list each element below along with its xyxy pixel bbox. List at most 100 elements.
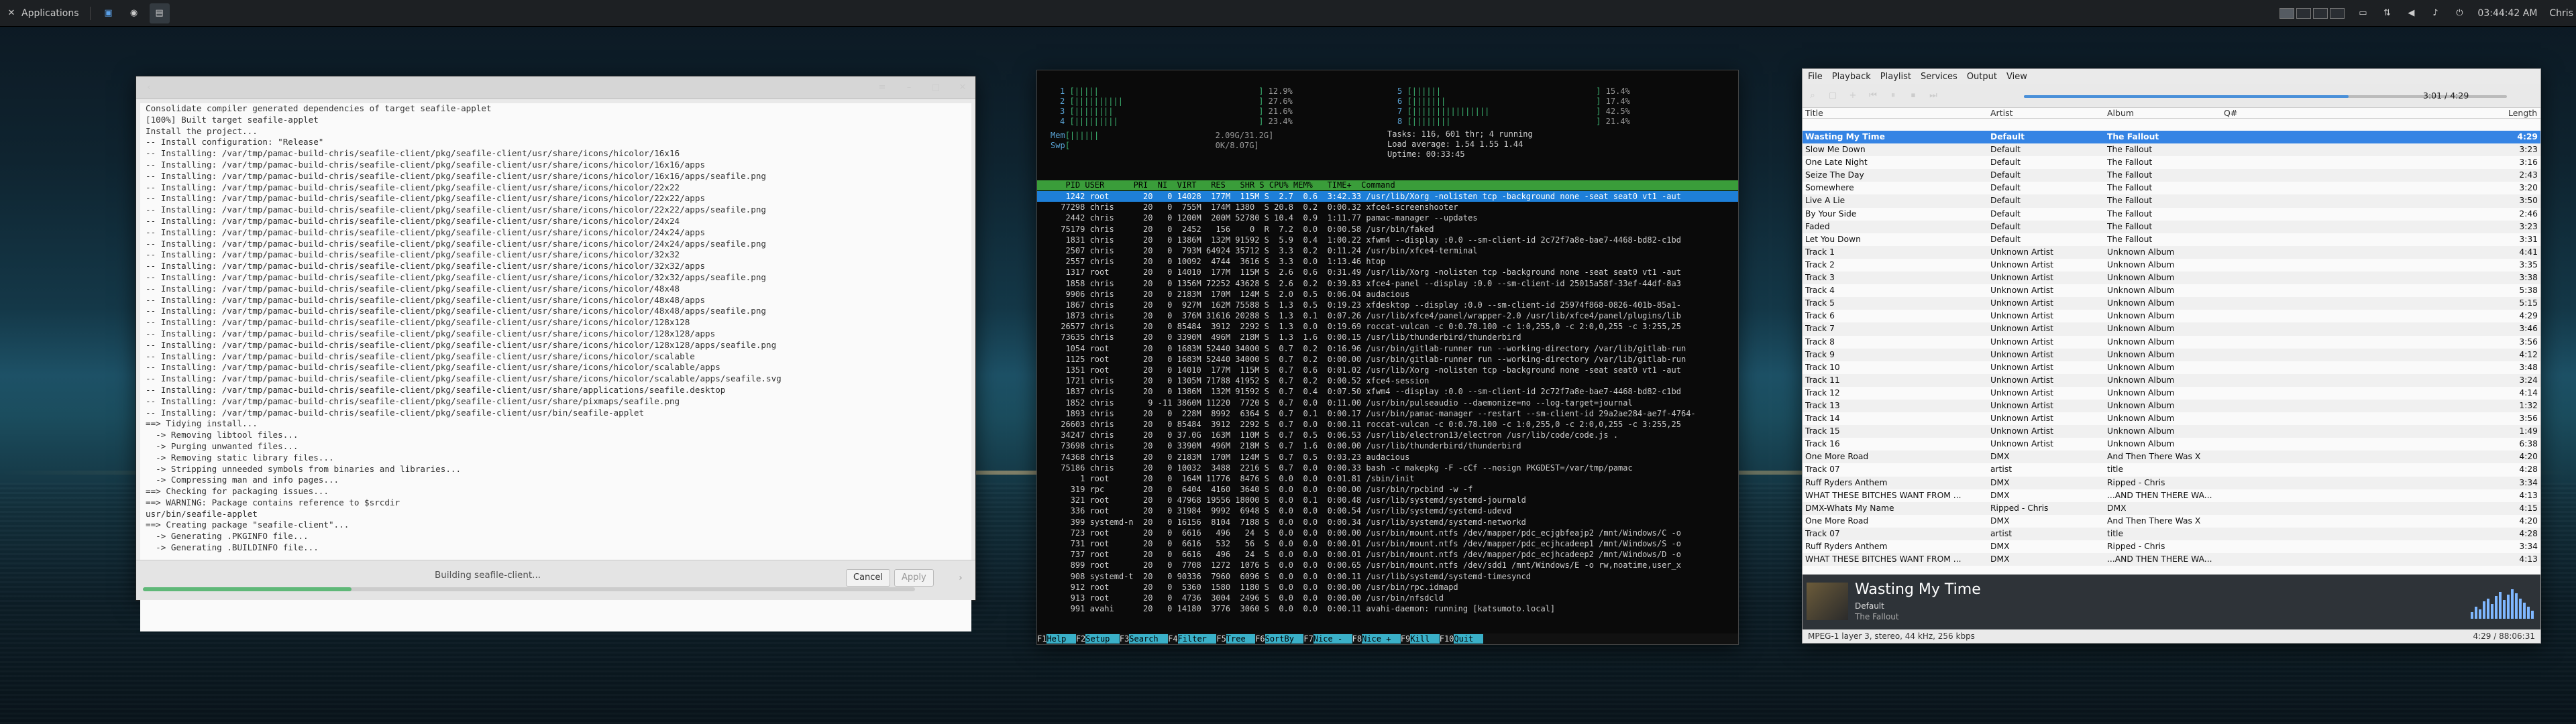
fkey[interactable]: F9 (1400, 634, 1411, 644)
process-row[interactable]: 899 root 20 0 7708 1272 1076 S 0.0 0.0 0… (1037, 560, 1738, 570)
fkey[interactable]: F4 (1168, 634, 1178, 644)
previous-icon[interactable]: ⏮ (1867, 90, 1879, 102)
process-row[interactable]: 399 systemd-n 20 0 16156 8104 7188 S 0.0… (1037, 517, 1738, 528)
playlist-row[interactable]: Track 7 Unknown Artist Unknown Album 3:46 (1803, 322, 2540, 336)
process-row[interactable]: 908 systemd-t 20 0 90336 7960 6096 S 0.0… (1037, 571, 1738, 582)
fkey-label[interactable]: Kill (1410, 634, 1440, 644)
process-row[interactable]: 1873 chris 20 0 376M 31616 20288 S 1.3 0… (1037, 310, 1738, 321)
playlist-row[interactable]: Live A Lie Default The Fallout 3:50 (1803, 194, 2540, 208)
user-name[interactable]: Chris (2549, 8, 2573, 19)
menu-item[interactable]: File (1808, 72, 1823, 82)
fkey[interactable]: F8 (1352, 634, 1362, 644)
process-row[interactable]: 2557 chris 20 0 10092 4744 3616 S 3.3 0.… (1037, 256, 1738, 267)
process-row[interactable]: 1 root 20 0 164M 11776 8476 S 0.0 0.0 0:… (1037, 473, 1738, 484)
process-row[interactable]: 26577 chris 20 0 85484 3912 2292 S 1.3 0… (1037, 321, 1738, 332)
menu-item[interactable]: Output (1967, 72, 1997, 82)
process-row[interactable]: 991 avahi 20 0 14180 3776 3060 S 0.0 0.0… (1037, 603, 1738, 614)
playlist-row[interactable]: Track 13 Unknown Artist Unknown Album 1:32 (1803, 399, 2540, 413)
playlist-row[interactable]: Ruff Ryders Anthem DMX Ripped - Chris 3:34 (1803, 476, 2540, 489)
fkey-label[interactable]: Filter (1177, 634, 1217, 644)
process-row[interactable]: 1893 chris 20 0 228M 8992 6364 S 0.7 0.1… (1037, 408, 1738, 419)
playlist-row[interactable]: Track 5 Unknown Artist Unknown Album 5:15 (1803, 297, 2540, 310)
network-icon[interactable]: ⇅ (2381, 7, 2393, 19)
process-row[interactable]: 1831 chris 20 0 1386M 132M 91592 S 5.9 0… (1037, 235, 1738, 245)
workspace-switcher[interactable] (2279, 7, 2345, 19)
playlist-row[interactable]: Let You Down Default The Fallout 3:31 (1803, 233, 2540, 246)
task-pamac[interactable]: ▣ (99, 3, 119, 23)
playlist-row[interactable]: Seize The Day Default The Fallout 2:43 (1803, 169, 2540, 182)
playlist-row[interactable]: Track 1 Unknown Artist Unknown Album 4:41 (1803, 245, 2540, 259)
close-icon[interactable]: ✕ (957, 82, 969, 94)
process-row[interactable]: 2507 chris 20 0 793M 64924 35712 S 3.3 0… (1037, 245, 1738, 256)
process-row[interactable]: 77298 chris 20 0 755M 174M 1380 S 20.8 0… (1037, 202, 1738, 213)
process-row[interactable]: 723 root 20 0 6616 496 24 S 0.0 0.0 0:00… (1037, 528, 1738, 538)
process-row[interactable]: 913 root 20 0 4736 3004 2496 S 0.0 0.0 0… (1037, 593, 1738, 603)
playlist-row[interactable]: Track 14 Unknown Artist Unknown Album 3:56 (1803, 412, 2540, 425)
process-row[interactable]: 74368 chris 20 0 2183M 170M 124M S 0.7 0… (1037, 452, 1738, 463)
process-row[interactable]: 26603 chris 20 0 85484 3912 2292 S 0.7 0… (1037, 419, 1738, 430)
process-row[interactable]: 1867 chris 20 0 927M 162M 75588 S 1.3 0.… (1037, 300, 1738, 310)
process-row[interactable]: 731 root 20 0 6616 532 56 S 0.0 0.0 0:00… (1037, 538, 1738, 549)
playlist-row[interactable]: Faded Default The Fallout 3:23 (1803, 220, 2540, 233)
volume-icon[interactable]: ◀ (2405, 7, 2417, 19)
column-header[interactable]: Album (2107, 108, 2224, 119)
power-icon[interactable]: ⏻ (2453, 7, 2465, 19)
fkey-label[interactable]: Help (1046, 634, 1076, 644)
process-row[interactable]: 1351 root 20 0 14010 177M 115M S 0.7 0.6… (1037, 365, 1738, 375)
process-row[interactable]: 737 root 20 0 6616 496 24 S 0.0 0.0 0:00… (1037, 549, 1738, 560)
display-icon[interactable]: ▭ (2357, 7, 2369, 19)
playlist-row[interactable]: Wasting My Time Default The Fallout 4:29 (1803, 131, 2540, 144)
process-row[interactable]: 73635 chris 20 0 3390M 496M 218M S 1.3 1… (1037, 332, 1738, 343)
process-row[interactable]: 1125 root 20 0 1683M 52440 34000 S 0.7 0… (1037, 354, 1738, 365)
menu-item[interactable]: View (2006, 72, 2027, 82)
process-row[interactable]: 1858 chris 20 0 1356M 72252 43628 S 2.6 … (1037, 278, 1738, 289)
playlist-row[interactable]: One Late Night Default The Fallout 3:16 (1803, 156, 2540, 169)
cancel-button[interactable]: Cancel (846, 569, 891, 587)
terminal-window[interactable]: Tasks: 116, 601 thr; 4 running Load aver… (1036, 70, 1739, 645)
playlist-row[interactable]: Track 07 artist title 4:28 (1803, 527, 2540, 540)
playlist-row[interactable]: Track 11 Unknown Artist Unknown Album 3:24 (1803, 373, 2540, 387)
menu-item[interactable]: Playlist (1880, 72, 1911, 82)
playlist-row[interactable]: Track 15 Unknown Artist Unknown Album 1:49 (1803, 425, 2540, 438)
process-row[interactable]: 1054 root 20 0 1683M 52440 34000 S 0.7 0… (1037, 343, 1738, 354)
process-row[interactable]: 1317 root 20 0 14010 177M 115M S 2.6 0.6… (1037, 267, 1738, 278)
playlist-row[interactable]: Slow Me Down Default The Fallout 3:23 (1803, 143, 2540, 157)
fkey[interactable]: F6 (1255, 634, 1265, 644)
workspace-2[interactable] (2296, 7, 2312, 19)
chevron-right-icon[interactable]: › (955, 572, 967, 584)
workspace-3[interactable] (2313, 7, 2328, 19)
fkey-label[interactable]: Nice - (1313, 634, 1352, 644)
fkey-label[interactable]: Tree (1226, 634, 1256, 644)
applications-menu[interactable]: ✕ Applications (0, 0, 85, 27)
process-row[interactable]: 75186 chris 20 0 10032 3488 2216 S 0.7 0… (1037, 463, 1738, 473)
menu-icon[interactable]: ≡ (876, 82, 888, 94)
column-header[interactable]: Q# (2224, 108, 2508, 119)
fkey-label[interactable]: SortBy (1265, 634, 1304, 644)
fkey[interactable]: F1 (1037, 634, 1047, 644)
playlist-row[interactable]: WHAT THESE BITCHES WANT FROM ... DMX ...AN… (1803, 553, 2540, 566)
process-row[interactable]: 1852 chris 9 -11 3860M 11220 7720 S 0.7 … (1037, 398, 1738, 408)
playlist-row[interactable]: Track 2 Unknown Artist Unknown Album 3:35 (1803, 259, 2540, 272)
process-row[interactable]: 73698 chris 20 0 3390M 496M 218M S 0.7 1… (1037, 440, 1738, 451)
playlist-row[interactable]: Ruff Ryders Anthem DMX Ripped - Chris 3:34 (1803, 540, 2540, 553)
back-icon[interactable]: ‹ (143, 82, 155, 94)
notification-icon[interactable]: ♪ (2429, 7, 2441, 19)
process-list[interactable]: 1242 root 20 0 14028 177M 115M S 2.7 0.6… (1037, 191, 1738, 614)
playlist-row[interactable]: Somewhere Default The Fallout 3:20 (1803, 182, 2540, 194)
playlist-row[interactable]: Track 8 Unknown Artist Unknown Album 3:56 (1803, 336, 2540, 349)
fkey[interactable]: F3 (1119, 634, 1130, 644)
playlist-row[interactable]: Track 07 artist title 4:28 (1803, 463, 2540, 476)
task-terminal[interactable]: ▤ (149, 3, 170, 23)
process-row[interactable]: 1837 chris 20 0 1386M 132M 91592 S 0.7 0… (1037, 386, 1738, 397)
fkey-label[interactable]: Search (1129, 634, 1169, 644)
playlist-row[interactable]: DMX-Whats My Name Ripped - Chris DMX 4:15 (1803, 501, 2540, 515)
playlist-row[interactable]: One More Road DMX And Then There Was X 4:20 (1803, 515, 2540, 528)
playlist-row[interactable]: Track 10 Unknown Artist Unknown Album 3:48 (1803, 361, 2540, 374)
open-icon[interactable]: ▢ (1827, 90, 1839, 102)
fkey[interactable]: F7 (1303, 634, 1313, 644)
process-row[interactable]: 336 root 20 0 31984 9992 6948 S 0.0 0.0 … (1037, 505, 1738, 516)
process-row[interactable]: 9906 chris 20 0 2183M 170M 124M S 2.0 0.… (1037, 289, 1738, 300)
fkey[interactable]: F2 (1075, 634, 1086, 644)
process-row[interactable]: 34247 chris 20 0 37.0G 163M 110M S 0.7 0… (1037, 430, 1738, 440)
fkey-label[interactable]: Nice + (1362, 634, 1401, 644)
